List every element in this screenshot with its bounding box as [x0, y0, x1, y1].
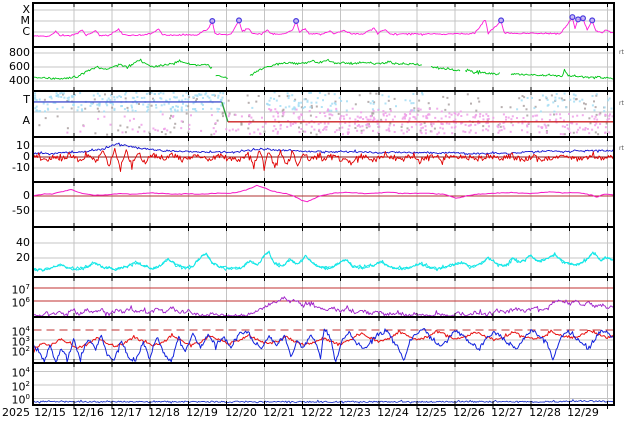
- y-tick-xray-c: C: [0, 26, 30, 38]
- y-tick-electrons-1e2: 102: [0, 343, 30, 359]
- x-tick-date: 12/26: [449, 406, 489, 419]
- x-tick-date: 12/27: [487, 406, 527, 419]
- chart-canvas: [0, 0, 634, 424]
- x-tick-date: 12/19: [182, 406, 222, 419]
- y-tick-dst-m50: -50: [0, 205, 30, 217]
- x-tick-date: 12/15: [30, 406, 70, 419]
- y-tick-anisotropy: A: [0, 115, 30, 127]
- right-edge-note: rt: [619, 146, 624, 152]
- y-tick-density-20: 20: [0, 252, 30, 264]
- x-tick-date: 12/16: [68, 406, 108, 419]
- y-tick-speed-600: 600: [0, 61, 30, 73]
- y-tick-dst-0: 0: [0, 190, 30, 202]
- y-tick-protons-1e6: 106: [0, 294, 30, 310]
- x-tick-date: 12/22: [297, 406, 337, 419]
- x-tick-date: 12/17: [106, 406, 146, 419]
- y-tick-density-40: 40: [0, 237, 30, 249]
- x-tick-date: 12/29: [563, 406, 603, 419]
- y-tick-cosmic-1e0: 100: [0, 391, 30, 407]
- y-tick-imf-m10: -10: [0, 162, 30, 174]
- y-tick-temperature: T: [0, 94, 30, 106]
- right-edge-note: rt: [619, 101, 624, 107]
- solar-terrestrial-activity-chart: X M C 800 600 400 T A 10 0 -10 0 -50 40 …: [0, 0, 634, 424]
- right-edge-note: rt: [619, 50, 624, 56]
- x-tick-date: 12/20: [221, 406, 261, 419]
- x-tick-date: 12/18: [144, 406, 184, 419]
- x-tick-date: 12/25: [411, 406, 451, 419]
- y-tick-speed-400: 400: [0, 75, 30, 87]
- x-tick-date: 12/28: [525, 406, 565, 419]
- x-tick-date: 12/23: [335, 406, 375, 419]
- y-tick-speed-800: 800: [0, 47, 30, 59]
- x-tick-date: 12/24: [373, 406, 413, 419]
- x-tick-date: 12/21: [259, 406, 299, 419]
